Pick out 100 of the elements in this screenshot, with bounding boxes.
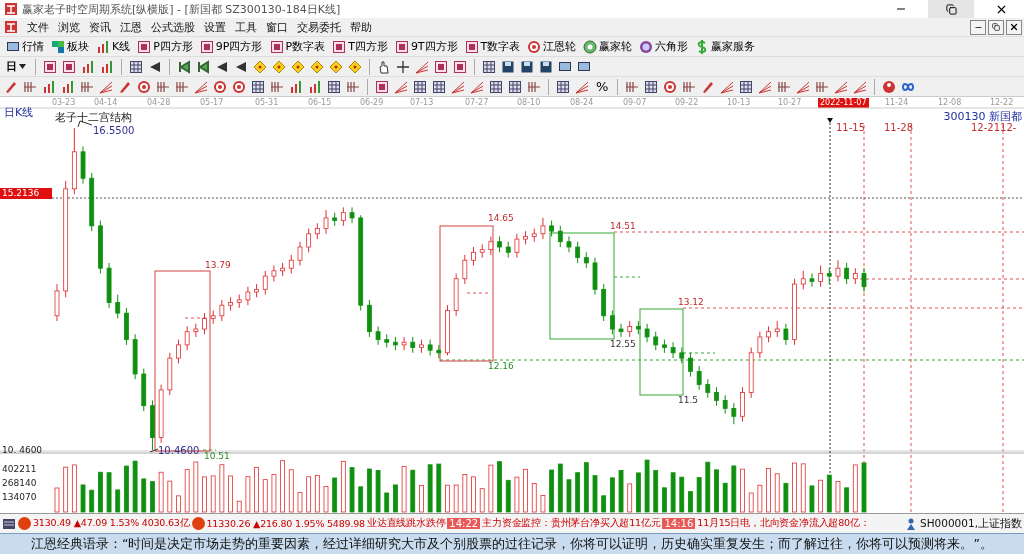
toolbar-button[interactable]: P数字表 [267,37,328,56]
minimize-button[interactable] [970,19,986,35]
bar-chart-icon[interactable] [100,59,114,74]
toolbar-button[interactable]: P四方形 [135,37,195,56]
grid-icon[interactable] [251,79,265,94]
bar-chart-icon[interactable] [81,59,95,74]
fan-lines-icon[interactable] [451,79,465,94]
toolbar-button[interactable]: K线 [94,37,133,56]
monitor-icon[interactable] [6,39,20,54]
pen-icon[interactable] [701,79,716,94]
target-icon[interactable] [232,79,246,94]
toolbar-button[interactable]: 9P四方形 [197,37,265,56]
restore-button[interactable] [988,19,1004,35]
square-icon[interactable] [394,39,409,54]
fan-lines-icon[interactable] [758,79,773,94]
menu-item[interactable]: 公式选股 [151,19,195,35]
lines-icon[interactable] [682,79,697,94]
monitor-icon[interactable] [558,59,572,74]
fan-lines-icon[interactable] [470,79,484,94]
triangle-icon[interactable] [234,59,248,74]
close-button[interactable] [1006,19,1022,35]
grid-icon[interactable] [432,79,446,94]
blocks-icon[interactable] [51,39,65,54]
restore-button[interactable] [928,0,974,18]
save-icon[interactable] [539,59,553,74]
toolbar-button[interactable]: 赢家轮 [581,37,635,56]
grid-icon[interactable] [644,79,659,94]
square-icon[interactable] [434,59,448,74]
square-icon[interactable] [375,79,389,94]
diamond-icon[interactable] [253,59,267,74]
bar-chart-icon[interactable] [61,79,75,94]
fan-lines-icon[interactable] [394,79,408,94]
toolbar-button[interactable]: 行情 [4,37,46,56]
diamond-icon[interactable] [291,59,305,74]
target-icon[interactable] [527,39,542,54]
diamond-icon[interactable] [310,59,324,74]
toolbar-button[interactable]: 赢家服务 [693,37,758,56]
lines-icon[interactable] [346,79,360,94]
triangle-icon[interactable] [215,59,229,74]
target-icon[interactable] [137,79,151,94]
fan-lines-icon[interactable] [853,79,868,94]
menu-item[interactable]: 文件 [27,19,49,35]
square-icon[interactable] [453,59,467,74]
grid-icon[interactable] [739,79,754,94]
target-icon[interactable] [213,79,227,94]
skip-icon[interactable] [177,59,191,74]
menu-item[interactable]: 交易委托 [297,19,341,35]
bar-chart-icon[interactable] [308,79,322,94]
bar-chart-icon[interactable] [96,39,110,54]
lines-icon[interactable] [156,79,170,94]
fan-lines-icon[interactable] [575,79,589,94]
grid-icon[interactable] [129,59,143,74]
menu-item[interactable]: 资讯 [89,19,111,35]
fan-lines-icon[interactable] [834,79,849,94]
grid-icon[interactable] [489,79,503,94]
lines-icon[interactable] [23,79,37,94]
lines-icon[interactable] [625,79,640,94]
toolbar-button[interactable]: 板块 [49,37,91,56]
square-icon[interactable] [269,39,284,54]
square-icon[interactable] [62,59,76,74]
menu-item[interactable]: 工具 [235,19,257,35]
triangle-icon[interactable] [148,59,162,74]
monitor-icon[interactable] [577,59,591,74]
fan-lines-icon[interactable] [415,59,429,74]
bar-chart-icon[interactable] [42,79,56,94]
square-icon[interactable] [332,39,347,54]
menu-item[interactable]: 帮助 [350,19,372,35]
grid-icon[interactable] [508,79,522,94]
grid-icon[interactable] [482,59,496,74]
ring-icon[interactable] [639,39,654,54]
diamond-icon[interactable] [348,59,362,74]
grid-icon[interactable] [327,79,341,94]
period-dropdown[interactable]: 日 [4,57,28,76]
pen-icon[interactable] [4,79,18,94]
fan-lines-icon[interactable] [796,79,811,94]
fan-lines-icon[interactable] [720,79,735,94]
diamond-icon[interactable] [329,59,343,74]
lines-icon[interactable] [527,79,541,94]
square-icon[interactable] [137,39,152,54]
menu-item[interactable]: 江恩 [120,19,142,35]
skip-icon[interactable] [196,59,210,74]
bar-chart-icon[interactable] [289,79,303,94]
diamond-icon[interactable] [272,59,286,74]
square-icon[interactable] [199,39,214,54]
square-icon[interactable] [464,39,479,54]
lines-icon[interactable] [80,79,94,94]
hand-icon[interactable] [377,59,391,74]
percent-button[interactable]: % [594,77,611,96]
save-icon[interactable] [520,59,534,74]
crosshair-icon[interactable] [396,59,410,74]
toolbar-button[interactable]: 9T四方形 [392,37,460,56]
toolbar-button[interactable]: T四方形 [330,37,390,56]
menu-item[interactable]: 设置 [204,19,226,35]
target-icon[interactable] [663,79,678,94]
lines-icon[interactable] [815,79,830,94]
fan-lines-icon[interactable] [194,79,208,94]
toolbar-button[interactable]: T数字表 [462,37,523,56]
menu-item[interactable]: 浏览 [58,19,80,35]
grid-icon[interactable] [556,79,570,94]
toolbar-button[interactable]: 江恩轮 [525,37,579,56]
